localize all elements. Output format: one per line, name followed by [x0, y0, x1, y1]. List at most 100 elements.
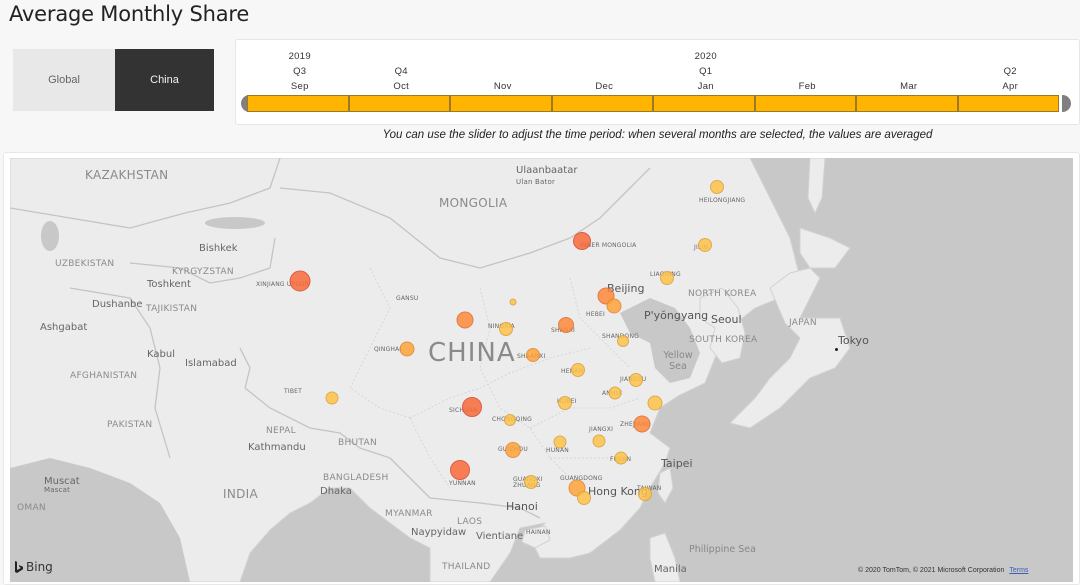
- province-label: HEILONGJIANG: [699, 197, 746, 204]
- province-label: HAINAN: [526, 529, 551, 536]
- country-label-uzbekistan: UZBEKISTAN: [55, 259, 115, 269]
- city-label: Vientiane: [476, 531, 524, 542]
- country-label-china: CHINA: [428, 338, 516, 368]
- time-slider-card: [235, 39, 1080, 125]
- slider-segment-mar[interactable]: [856, 95, 958, 112]
- month-label: Nov: [493, 81, 512, 92]
- sea-label: Yellow Sea: [663, 350, 693, 372]
- slider-segment-sep[interactable]: [247, 95, 349, 112]
- country-label-mongolia: MONGOLIA: [439, 196, 508, 210]
- city-label: Ashgabat: [40, 322, 88, 333]
- city-label: Hanoi: [506, 500, 538, 513]
- page-title: Average Monthly Share: [9, 2, 250, 26]
- map-bubble-liaoning[interactable]: [660, 271, 674, 285]
- province-label: HEBEI: [586, 311, 605, 318]
- map-bubble-fujian[interactable]: [614, 451, 628, 465]
- map-bubble-tianjin[interactable]: [606, 298, 622, 314]
- map-bubble-gansu[interactable]: [456, 311, 474, 329]
- map-bubble-hubei[interactable]: [558, 396, 572, 410]
- city-label: Dushanbe: [92, 299, 143, 310]
- month-label: Oct: [393, 81, 410, 92]
- slider-segment-dec[interactable]: [551, 95, 653, 112]
- city-label: Ulaanbaatar: [516, 165, 578, 176]
- map-bubble-jiangxi[interactable]: [592, 434, 606, 448]
- city-label: Naypyidaw: [411, 527, 467, 538]
- city-label: Bishkek: [199, 243, 238, 254]
- country-label-bangladesh: BANGLADESH: [323, 473, 389, 483]
- province-label: QINGHAI: [374, 346, 402, 353]
- slider-segment-feb[interactable]: [754, 95, 856, 112]
- map-bubble-tibet[interactable]: [325, 391, 339, 405]
- year-label: 2019: [288, 51, 311, 62]
- month-label: Mar: [900, 81, 918, 92]
- map-bubble-henan[interactable]: [571, 363, 585, 377]
- bing-label: Bing: [26, 560, 53, 574]
- city-label: Kabul: [147, 349, 175, 360]
- country-label-north-korea: NORTH KOREA: [688, 289, 757, 299]
- slider-segment-oct[interactable]: [348, 95, 450, 112]
- map-bubble-taiwan[interactable]: [638, 487, 652, 501]
- map-bubble-anhui[interactable]: [608, 386, 622, 400]
- city-label: Mascat: [44, 486, 71, 494]
- map-bubble-xinjiang-uygur[interactable]: [289, 270, 311, 292]
- city-label: Seoul: [711, 313, 742, 326]
- country-label-nepal: NEPAL: [266, 426, 296, 436]
- map-bubble-zhejiang[interactable]: [633, 415, 651, 433]
- province-label: YUNNAN: [449, 480, 476, 487]
- city-label: Taipei: [661, 457, 693, 470]
- map-bubble-sichuan[interactable]: [462, 397, 482, 417]
- region-toggle-china[interactable]: China: [115, 49, 214, 111]
- month-label: Jan: [697, 81, 714, 92]
- slider-segment-nov[interactable]: [450, 95, 552, 112]
- month-label: Feb: [798, 81, 816, 92]
- slider-hint-text: You can use the slider to adjust the tim…: [382, 129, 933, 141]
- bing-icon: [15, 560, 23, 573]
- land-sakhalin: [807, 158, 826, 215]
- map-bubble-inner-mongolia[interactable]: [573, 232, 591, 250]
- country-label-kazakhstan: KAZAKHSTAN: [85, 168, 169, 182]
- map-bubble-jilin[interactable]: [698, 238, 712, 252]
- map-bubble-jiangsu[interactable]: [629, 373, 643, 387]
- map-bubble-yunnan[interactable]: [450, 460, 470, 480]
- month-label: Apr: [1002, 81, 1019, 92]
- country-label-oman: OMAN: [17, 503, 46, 513]
- time-slider-track[interactable]: [247, 95, 1062, 112]
- map-bubble-guizhou[interactable]: [505, 442, 521, 458]
- country-label-bhutan: BHUTAN: [338, 438, 378, 448]
- map-bubble-shaanxi[interactable]: [526, 348, 540, 362]
- country-label-afghanistan: AFGHANISTAN: [70, 371, 138, 381]
- map-bubble-chongqing[interactable]: [504, 414, 516, 426]
- map-basemap: [10, 158, 851, 582]
- map-bubble-heilongjiang[interactable]: [710, 180, 724, 194]
- city-label: Kathmandu: [248, 442, 306, 453]
- country-label-laos: LAOS: [457, 517, 483, 527]
- map-bubble-shanghai[interactable]: [647, 395, 663, 411]
- map-bubble-hong-kong[interactable]: [577, 491, 591, 505]
- slider-segment-apr[interactable]: [957, 95, 1059, 112]
- quarter-label: Q2: [1003, 66, 1017, 77]
- city-label: Islamabad: [185, 358, 237, 369]
- province-label: TIBET: [284, 388, 303, 395]
- sea-label: Philippine Sea: [689, 544, 756, 555]
- map-bubble-guangxi-zhuang[interactable]: [524, 475, 538, 489]
- terms-link[interactable]: Terms: [1009, 567, 1028, 574]
- country-label-tajikistan: TAJIKISTAN: [146, 304, 198, 314]
- map-bubble-qinghai[interactable]: [399, 341, 415, 357]
- city-label: Ulan Bator: [516, 178, 556, 186]
- map-bubble-shanxi[interactable]: [558, 317, 574, 333]
- month-label: Sep: [290, 81, 309, 92]
- map-canvas[interactable]: [10, 158, 1073, 582]
- region-toggle-global[interactable]: Global: [13, 49, 115, 111]
- country-label-south-korea: SOUTH KOREA: [689, 335, 758, 345]
- map-bubble-shandong[interactable]: [617, 335, 629, 347]
- slider-segment-jan[interactable]: [653, 95, 755, 112]
- city-label: Toshkent: [147, 279, 191, 290]
- map-bubble-hunan[interactable]: [553, 435, 567, 449]
- map-bubble-ningxia[interactable]: [499, 322, 513, 336]
- city-label: Manila: [654, 564, 687, 575]
- quarter-label: Q1: [699, 66, 713, 77]
- tokyo-city-dot: [835, 348, 838, 351]
- country-label-pakistan: PAKISTAN: [107, 420, 153, 430]
- country-label-india: INDIA: [223, 487, 259, 501]
- map-bubble-hebei[interactable]: [509, 298, 517, 306]
